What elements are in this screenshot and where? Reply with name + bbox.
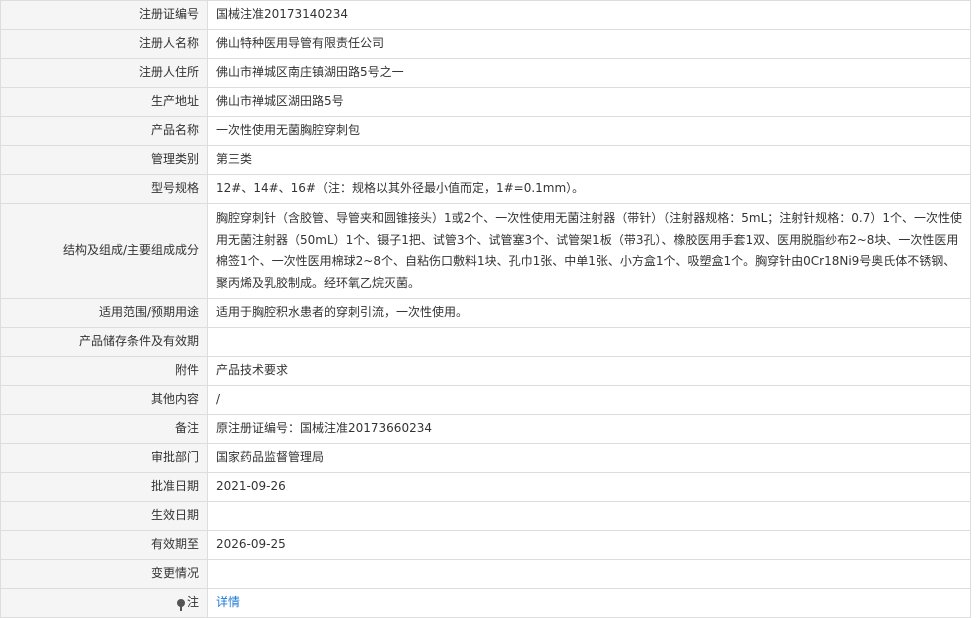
row-label: 管理类别: [0, 145, 208, 175]
table-row: 型号规格 12#、14#、16#（注：规格以其外径最小值而定，1#=0.1mm）…: [0, 174, 971, 204]
table-row: 审批部门 国家药品监督管理局: [0, 443, 971, 473]
row-label: 产品名称: [0, 116, 208, 146]
row-value: 国械注准20173140234: [207, 0, 971, 30]
row-label: 其他内容: [0, 385, 208, 415]
row-label: 注册人住所: [0, 58, 208, 88]
table-row: 管理类别 第三类: [0, 145, 971, 175]
row-value: 原注册证编号：国械注准20173660234: [207, 414, 971, 444]
row-label: 有效期至: [0, 530, 208, 560]
table-row: 注册人住所 佛山市禅城区南庄镇湖田路5号之一: [0, 58, 971, 88]
row-label: 适用范围/预期用途: [0, 298, 208, 328]
row-value: 第三类: [207, 145, 971, 175]
row-label: 审批部门: [0, 443, 208, 473]
row-value: 2021-09-26: [207, 472, 971, 502]
details-link[interactable]: 详情: [216, 595, 240, 609]
row-label: 附件: [0, 356, 208, 386]
row-value: 2026-09-25: [207, 530, 971, 560]
row-value: 适用于胸腔积水患者的穿刺引流，一次性使用。: [207, 298, 971, 328]
location-pin-icon: [176, 599, 185, 612]
row-value: 国家药品监督管理局: [207, 443, 971, 473]
table-row: 变更情况: [0, 559, 971, 589]
row-value: [207, 501, 971, 531]
row-label: 生效日期: [0, 501, 208, 531]
table-row: 批准日期 2021-09-26: [0, 472, 971, 502]
table-row: 注册人名称 佛山特种医用导管有限责任公司: [0, 29, 971, 59]
row-value: /: [207, 385, 971, 415]
table-row: 生效日期: [0, 501, 971, 531]
row-value: 产品技术要求: [207, 356, 971, 386]
row-label: 型号规格: [0, 174, 208, 204]
note-value-cell: 详情: [207, 588, 971, 618]
row-value: 佛山特种医用导管有限责任公司: [207, 29, 971, 59]
row-label: 生产地址: [0, 87, 208, 117]
row-label: 注: [186, 595, 199, 610]
row-label: 注册证编号: [0, 0, 208, 30]
table-row: 结构及组成/主要组成成分 胸腔穿刺针（含胶管、导管夹和圆锥接头）1或2个、一次性…: [0, 203, 971, 299]
table-row: 其他内容 /: [0, 385, 971, 415]
table-row: 备注 原注册证编号：国械注准20173660234: [0, 414, 971, 444]
row-value: 12#、14#、16#（注：规格以其外径最小值而定，1#=0.1mm）。: [207, 174, 971, 204]
row-label: 备注: [0, 414, 208, 444]
row-label: 产品储存条件及有效期: [0, 327, 208, 357]
row-label: 结构及组成/主要组成成分: [0, 203, 208, 299]
row-label: 变更情况: [0, 559, 208, 589]
table-row: 注册证编号 国械注准20173140234: [0, 0, 971, 30]
table-row: 适用范围/预期用途 适用于胸腔积水患者的穿刺引流，一次性使用。: [0, 298, 971, 328]
table-row: 附件 产品技术要求: [0, 356, 971, 386]
row-value: 佛山市禅城区南庄镇湖田路5号之一: [207, 58, 971, 88]
row-value: [207, 559, 971, 589]
registration-detail-table: 注册证编号 国械注准20173140234 注册人名称 佛山特种医用导管有限责任…: [0, 0, 971, 618]
row-label: 批准日期: [0, 472, 208, 502]
row-value: 胸腔穿刺针（含胶管、导管夹和圆锥接头）1或2个、一次性使用无菌注射器（带针）（注…: [207, 203, 971, 299]
table-row: 注 详情: [0, 588, 971, 618]
table-row: 有效期至 2026-09-25: [0, 530, 971, 560]
table-row: 生产地址 佛山市禅城区湖田路5号: [0, 87, 971, 117]
row-label: 注册人名称: [0, 29, 208, 59]
note-label-cell: 注: [0, 588, 208, 618]
row-value: 一次性使用无菌胸腔穿刺包: [207, 116, 971, 146]
table-row: 产品名称 一次性使用无菌胸腔穿刺包: [0, 116, 971, 146]
row-value: 佛山市禅城区湖田路5号: [207, 87, 971, 117]
table-row: 产品储存条件及有效期: [0, 327, 971, 357]
row-value: [207, 327, 971, 357]
